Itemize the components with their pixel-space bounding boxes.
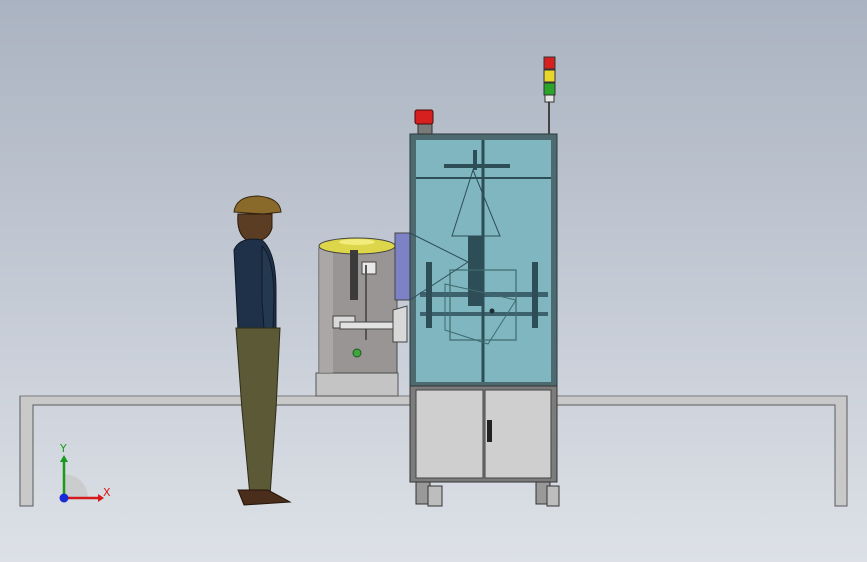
triad-y-label: Y: [60, 442, 67, 455]
cabinet-handle: [487, 420, 492, 442]
signal-tower[interactable]: [543, 56, 556, 134]
beacon-light[interactable]: [414, 109, 434, 135]
tower-green: [543, 82, 556, 96]
triad-x-label: X: [103, 486, 111, 499]
lower-cabinet[interactable]: [409, 385, 560, 507]
feeder-bowl[interactable]: [315, 232, 411, 397]
cabinet-door-left: [415, 389, 484, 479]
human-figure[interactable]: [233, 195, 292, 506]
hopper-chute: [394, 232, 411, 301]
tower-yellow: [543, 69, 556, 83]
z-axis-dot: [59, 493, 69, 503]
axis-triad: [59, 455, 104, 503]
tower-red: [543, 56, 556, 70]
cabinet-door-right: [484, 389, 552, 479]
cad-viewport[interactable]: X Y: [0, 0, 867, 562]
glass-cabinet[interactable]: [409, 133, 558, 387]
assembly-scene[interactable]: [0, 0, 867, 562]
feeder-base: [315, 372, 399, 397]
